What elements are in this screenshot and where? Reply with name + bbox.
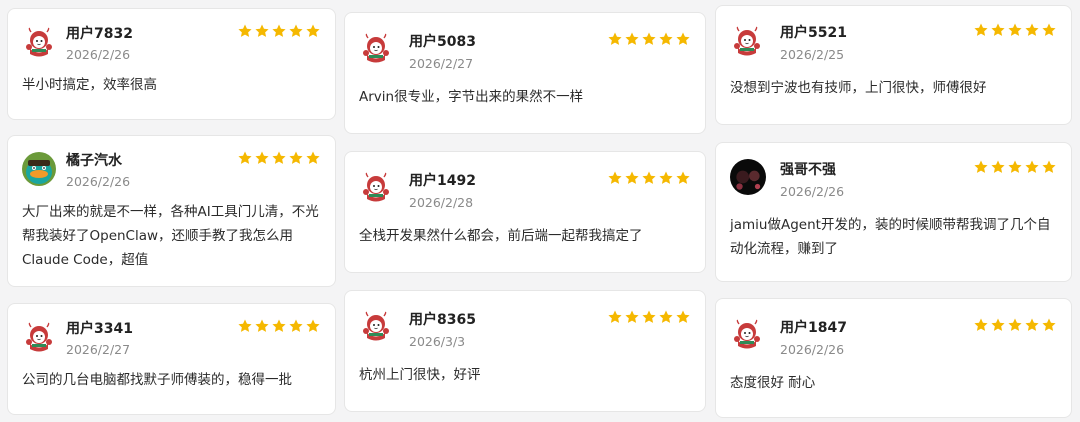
- review-date: 2026/2/28: [409, 195, 474, 210]
- review-text: 态度很好 耐心: [730, 375, 816, 391]
- lobster-mascot-icon: [730, 24, 764, 58]
- star-icon: [289, 151, 303, 164]
- star-icon: [1025, 23, 1039, 36]
- platypus-avatar-icon: [22, 152, 56, 186]
- review-card: 用户5083 2026/2/27 Arvin很专业，字节出来的果然不一样: [344, 12, 706, 134]
- star-icon: [642, 310, 656, 323]
- star-icon: [306, 24, 320, 37]
- star-icon: [608, 171, 622, 184]
- reviewer-name: 用户1492: [409, 173, 476, 189]
- star-icon: [272, 151, 286, 164]
- reviewer-name: 用户1847: [780, 320, 847, 336]
- star-icon: [676, 171, 690, 184]
- star-icon: [991, 318, 1005, 331]
- lobster-mascot-icon: [359, 170, 393, 204]
- review-text: Arvin很专业，字节出来的果然不一样: [359, 89, 584, 105]
- review-text: 没想到宁波也有技师，上门很快，师傅很好: [730, 80, 987, 96]
- review-date: 2026/2/26: [780, 184, 845, 199]
- lobster-mascot-icon: [730, 317, 764, 351]
- star-icon: [991, 23, 1005, 36]
- star-icon: [1042, 318, 1056, 331]
- star-icon: [974, 23, 988, 36]
- star-rating: [237, 150, 321, 166]
- star-icon: [1042, 23, 1056, 36]
- star-icon: [642, 171, 656, 184]
- star-icon: [659, 171, 673, 184]
- star-icon: [255, 151, 269, 164]
- star-icon: [238, 319, 252, 332]
- star-rating: [973, 159, 1057, 175]
- star-rating: [607, 31, 691, 47]
- star-icon: [1025, 160, 1039, 173]
- review-text: 公司的几台电脑都找默子师傅装的，稳得一批: [22, 372, 292, 388]
- review-card: 用户1847 2026/2/26 态度很好 耐心: [715, 298, 1072, 418]
- star-icon: [659, 310, 673, 323]
- review-date: 2026/2/27: [409, 56, 474, 71]
- review-text: 半小时搞定，效率很高: [22, 77, 157, 93]
- lobster-mascot-icon: [359, 31, 393, 65]
- reviewer-name: 用户8365: [409, 312, 476, 328]
- star-icon: [676, 310, 690, 323]
- star-icon: [255, 24, 269, 37]
- star-rating: [237, 318, 321, 334]
- star-icon: [306, 151, 320, 164]
- star-icon: [289, 319, 303, 332]
- star-icon: [625, 32, 639, 45]
- review-date: 2026/3/3: [409, 334, 466, 349]
- lobster-mascot-icon: [22, 320, 56, 354]
- star-icon: [306, 319, 320, 332]
- star-rating: [237, 23, 321, 39]
- star-icon: [1025, 318, 1039, 331]
- review-text: 全栈开发果然什么都会，前后端一起帮我搞定了: [359, 228, 643, 244]
- star-icon: [625, 171, 639, 184]
- reviewer-name: 强哥不强: [780, 162, 836, 178]
- star-rating: [973, 22, 1057, 38]
- star-icon: [642, 32, 656, 45]
- reviewer-name: 橘子汽水: [66, 153, 122, 169]
- lobster-mascot-icon: [22, 25, 56, 59]
- review-card: 用户8365 2026/3/3 杭州上门很快，好评: [344, 290, 706, 412]
- star-icon: [991, 160, 1005, 173]
- star-rating: [607, 170, 691, 186]
- review-text: 杭州上门很快，好评: [359, 367, 481, 383]
- star-icon: [608, 32, 622, 45]
- star-icon: [1008, 160, 1022, 173]
- reviewer-name: 用户7832: [66, 26, 133, 42]
- review-card: 强哥不强 2026/2/26 jamiu做Agent开发的，装的时候顺带帮我调了…: [715, 142, 1072, 282]
- star-icon: [1008, 23, 1022, 36]
- star-icon: [608, 310, 622, 323]
- review-card: 用户7832 2026/2/26 半小时搞定，效率很高: [7, 8, 336, 120]
- reviewer-name: 用户3341: [66, 321, 133, 337]
- reviewer-name: 用户5083: [409, 34, 476, 50]
- star-icon: [272, 319, 286, 332]
- star-icon: [1042, 160, 1056, 173]
- lobster-mascot-icon: [359, 309, 393, 343]
- star-icon: [659, 32, 673, 45]
- review-card: 用户3341 2026/2/27 公司的几台电脑都找默子师傅装的，稳得一批: [7, 303, 336, 415]
- review-text: jamiu做Agent开发的，装的时候顺带帮我调了几个自动化流程，赚到了: [730, 217, 1051, 257]
- star-icon: [1008, 318, 1022, 331]
- star-icon: [238, 24, 252, 37]
- star-icon: [676, 32, 690, 45]
- star-icon: [272, 24, 286, 37]
- star-icon: [625, 310, 639, 323]
- review-text: 大厂出来的就是不一样，各种AI工具门儿清，不光帮我装好了OpenClaw，还顺手…: [22, 204, 319, 268]
- star-icon: [974, 318, 988, 331]
- star-icon: [255, 319, 269, 332]
- star-icon: [289, 24, 303, 37]
- review-card: 用户1492 2026/2/28 全栈开发果然什么都会，前后端一起帮我搞定了: [344, 151, 706, 273]
- review-date: 2026/2/25: [780, 47, 845, 62]
- review-date: 2026/2/26: [66, 174, 131, 189]
- review-card: 橘子汽水 2026/2/26 大厂出来的就是不一样，各种AI工具门儿清，不光帮我…: [7, 135, 336, 287]
- dark-photo-avatar-icon: [730, 159, 766, 195]
- review-date: 2026/2/26: [66, 47, 131, 62]
- reviewer-name: 用户5521: [780, 25, 847, 41]
- star-rating: [607, 309, 691, 325]
- star-rating: [973, 317, 1057, 333]
- star-icon: [238, 151, 252, 164]
- review-date: 2026/2/27: [66, 342, 131, 357]
- star-icon: [974, 160, 988, 173]
- review-card: 用户5521 2026/2/25 没想到宁波也有技师，上门很快，师傅很好: [715, 5, 1072, 125]
- review-date: 2026/2/26: [780, 342, 845, 357]
